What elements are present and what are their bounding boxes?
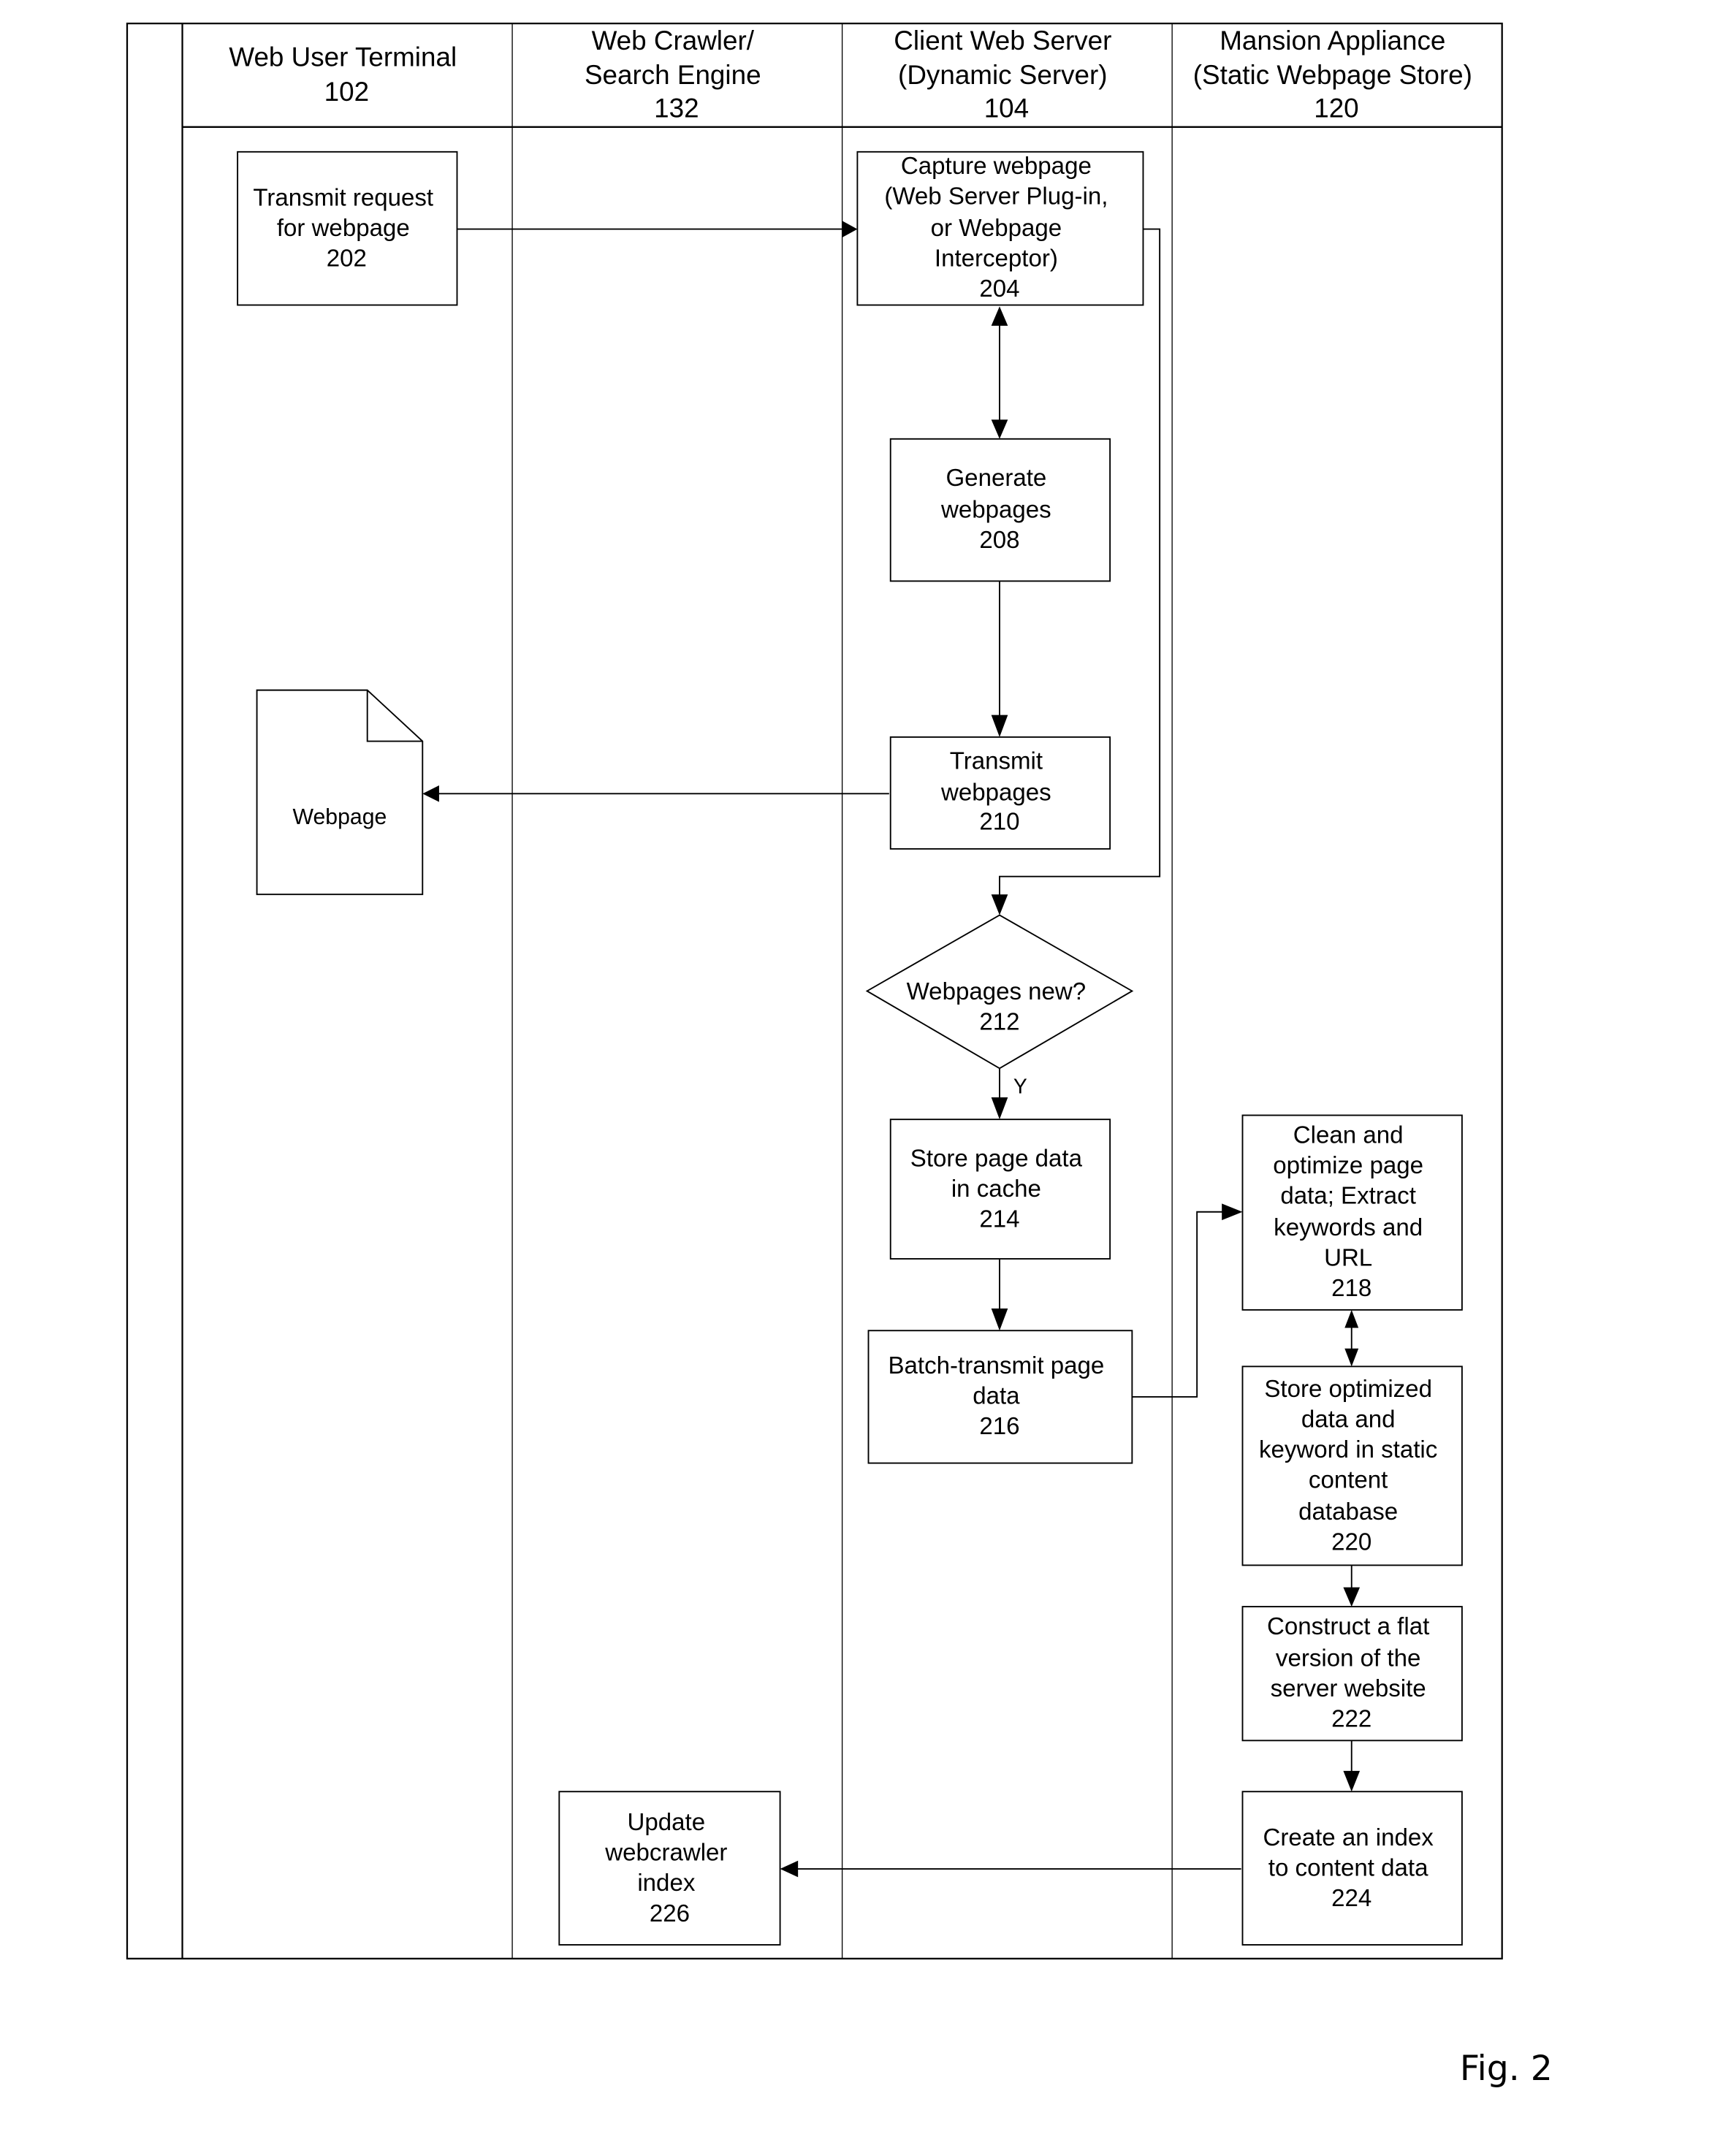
arrowhead-icon	[422, 785, 439, 802]
webpage-document-label: Webpage	[293, 805, 387, 829]
step-224[interactable]: Create an index to content data 224	[1241, 1791, 1463, 1946]
arrowhead-icon	[1343, 1587, 1361, 1607]
decision-212[interactable]: Webpages new? 212	[865, 914, 1134, 1070]
lane-header-mansion-appliance: Mansion Appliance (Static Webpage Store)…	[1193, 26, 1480, 123]
arrowhead-icon	[991, 306, 1008, 326]
figure-label: Fig. 2	[1460, 2049, 1553, 2089]
arrowhead-icon	[842, 221, 858, 237]
step-222[interactable]: Construct a flat version of the server w…	[1241, 1606, 1463, 1742]
step-218[interactable]: Clean and optimize page data; Extract ke…	[1241, 1114, 1463, 1311]
step-220[interactable]: Store optimized data and keyword in stat…	[1241, 1365, 1463, 1566]
arrowhead-icon	[991, 1097, 1008, 1120]
lane-header-client-web-server: Client Web Server (Dynamic Server) 104	[894, 26, 1119, 123]
arrowhead-icon	[1222, 1203, 1243, 1221]
step-226[interactable]: Update webcrawler index 226	[558, 1791, 781, 1946]
step-210[interactable]: Transmit webpages 210	[889, 736, 1111, 850]
lane-header-web-crawler: Web Crawler/ Search Engine 132	[585, 26, 769, 123]
arrowhead-icon	[991, 419, 1008, 439]
arrowhead-icon	[991, 715, 1008, 737]
arrowhead-icon	[991, 894, 1008, 915]
decision-yes-label: Y	[1013, 1075, 1027, 1098]
arrowhead-icon	[1344, 1348, 1359, 1367]
webpage-document-icon[interactable]: Webpage	[256, 689, 424, 896]
step-216[interactable]: Batch-transmit page data 216	[867, 1330, 1133, 1464]
connector-216-218	[1132, 1211, 1226, 1398]
lane-header-web-user-terminal: Web User Terminal 102	[229, 42, 464, 107]
arrowhead-icon	[991, 1309, 1008, 1331]
step-204[interactable]: Capture webpage (Web Server Plug-in, or …	[856, 151, 1144, 306]
step-208[interactable]: Generate webpages 208	[889, 438, 1111, 582]
arrowhead-icon	[1344, 1309, 1359, 1328]
arrowhead-icon	[1343, 1770, 1361, 1792]
step-214[interactable]: Store page data in cache 214	[889, 1119, 1111, 1260]
swimlane-flowchart: Web User Terminal 102 Web Crawler/ Searc…	[126, 22, 1553, 2089]
arrowhead-icon	[780, 1860, 799, 1878]
step-202[interactable]: Transmit request for webpage 202	[237, 151, 458, 306]
